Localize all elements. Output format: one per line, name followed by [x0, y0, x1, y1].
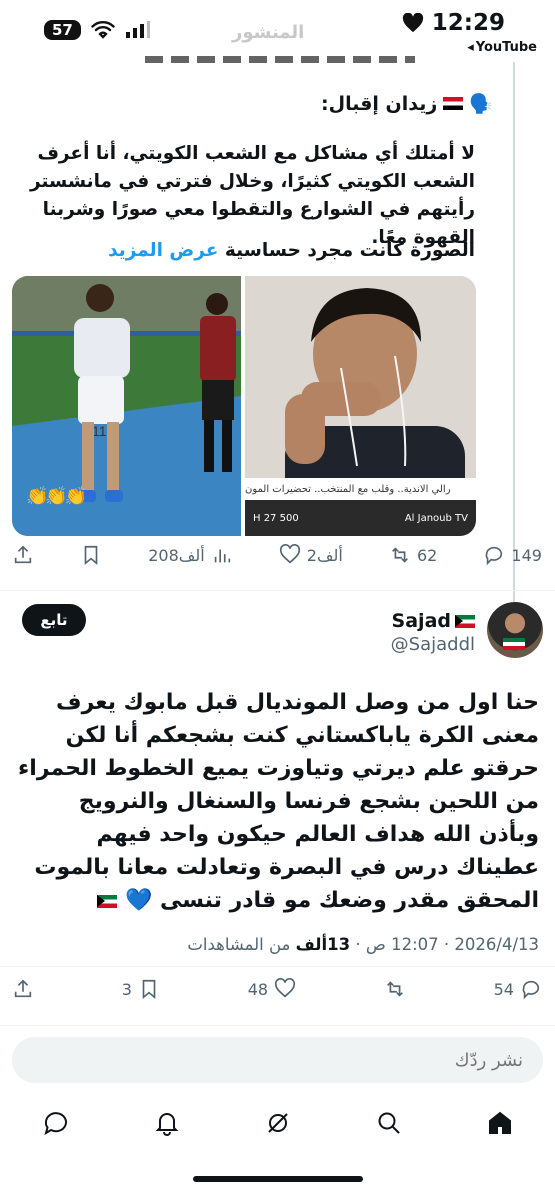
- like-count: 2ألف: [306, 545, 343, 565]
- caption-text: الصورة كانت مجرد حساسية: [224, 240, 475, 261]
- show-more-link[interactable]: عرض المزيد: [108, 240, 218, 261]
- channel-code: H 27 500: [253, 512, 299, 524]
- grok-icon: [267, 1113, 288, 1133]
- avatar[interactable]: [487, 602, 543, 658]
- truncated-text-line: [145, 56, 415, 64]
- heart-icon: [279, 544, 300, 564]
- like-button[interactable]: 48: [248, 978, 296, 1000]
- tab-messages[interactable]: [42, 1109, 70, 1141]
- views-count: 208ألف: [148, 545, 205, 565]
- avatar-flag: [503, 638, 525, 650]
- photo-football-player[interactable]: 11 👏👏👏: [12, 276, 241, 536]
- bottom-tab-bar: [0, 1100, 555, 1150]
- repost-button[interactable]: [384, 978, 406, 1000]
- tab-grok[interactable]: [264, 1109, 292, 1141]
- home-indicator[interactable]: [192, 1176, 363, 1182]
- follow-button[interactable]: تابع: [22, 604, 86, 636]
- time-text: 12:29: [431, 10, 505, 36]
- photo-interview[interactable]: رالي الاندية.. وقلب مع المنتخب.. تحضيرات…: [245, 276, 476, 536]
- post-date: 2026/4/13: [454, 935, 539, 954]
- reply-icon: [522, 980, 540, 1000]
- kuwait-flag-icon: [97, 894, 118, 908]
- repost-count: 62: [416, 545, 438, 565]
- reply-composer[interactable]: [12, 1037, 543, 1083]
- quoted-caption: الصورة كانت مجرد حساسية عرض المزيد: [12, 240, 475, 261]
- flag-icon: [443, 97, 464, 110]
- analytics-icon: [214, 549, 230, 563]
- tab-notifications[interactable]: [153, 1109, 181, 1141]
- bookmark-icon: [142, 979, 156, 1000]
- divider: [0, 590, 555, 591]
- repost-icon: [386, 981, 403, 997]
- post-action-bar: 3 48 54: [12, 978, 542, 1000]
- heart-status-icon: [402, 13, 423, 33]
- repost-icon: [392, 547, 408, 563]
- bookmark-button[interactable]: 3: [122, 978, 160, 1000]
- svg-text:11: 11: [92, 423, 107, 439]
- author-name: Sajad: [391, 610, 451, 632]
- share-icon: [14, 545, 32, 564]
- status-left: 57: [44, 20, 151, 40]
- share-icon: [14, 979, 32, 998]
- media-grid[interactable]: 11 👏👏👏 رالي الاندية.. وقلب مع المنتخب.. …: [12, 276, 476, 536]
- clapping-hands-emoji: 👏👏👏: [26, 486, 87, 507]
- kuwait-flag-icon: [455, 614, 475, 628]
- views-button[interactable]: 208ألف: [148, 544, 232, 566]
- signal-icon: [125, 21, 150, 38]
- channel-bar: H 27 500 Al Janoub TV: [245, 500, 476, 536]
- quoted-author-name: زيدان إقبال:: [321, 92, 438, 115]
- tab-home[interactable]: [486, 1109, 514, 1141]
- post-time: 12:07 ص: [365, 935, 439, 954]
- wifi-icon: [91, 21, 115, 39]
- heart-icon: [275, 978, 296, 998]
- views-count: 13ألف: [295, 935, 351, 954]
- share-button[interactable]: [12, 544, 34, 566]
- divider: [0, 966, 555, 967]
- quoted-author: 🗣️ زيدان إقبال:: [321, 92, 493, 116]
- battery-indicator: 57: [44, 20, 81, 40]
- home-icon: [488, 1111, 511, 1134]
- search-icon: [378, 1112, 400, 1134]
- chat-bubble-icon: [43, 1112, 67, 1136]
- reply-count: 149: [511, 545, 542, 565]
- views-label: من المشاهدات: [187, 935, 291, 954]
- author-handle[interactable]: @Sajaddl: [391, 634, 475, 655]
- quoted-body: لا أمتلك أي مشاكل مع الشعب الكويتي، أنا …: [29, 143, 475, 248]
- like-count: 48: [247, 979, 269, 999]
- reply-input[interactable]: [12, 1037, 543, 1083]
- bookmark-button[interactable]: [80, 544, 102, 566]
- quoted-action-bar: 208ألف 2ألف 62 149: [12, 544, 542, 566]
- bell-icon: [155, 1113, 178, 1136]
- back-app-label: YouTube: [475, 40, 537, 55]
- back-arrow-icon: ◂: [467, 40, 474, 55]
- post-meta: 2026/4/13 · 12:07 ص · 13ألف من المشاهدات: [187, 935, 539, 954]
- divider: [0, 1025, 555, 1026]
- reply-button[interactable]: 54: [494, 978, 542, 1000]
- news-ticker: رالي الاندية.. وقلب مع المنتخب.. تحضيرات…: [245, 478, 476, 500]
- reply-button[interactable]: 149: [483, 544, 542, 566]
- bookmark-count: 3: [121, 979, 132, 999]
- clock: 12:29: [402, 10, 505, 36]
- channel-name: Al Janoub TV: [404, 512, 468, 524]
- speaker-icon: 🗣️: [469, 93, 493, 115]
- reply-icon: [486, 546, 503, 566]
- back-to-app-link[interactable]: ◂ YouTube: [467, 40, 537, 55]
- page-title: المنشور: [232, 22, 305, 43]
- like-button[interactable]: 2ألف: [279, 544, 343, 566]
- reply-count: 54: [493, 979, 514, 999]
- tab-search[interactable]: [375, 1109, 403, 1141]
- thread-connector: [513, 62, 515, 602]
- repost-button[interactable]: 62: [389, 544, 437, 566]
- share-button[interactable]: [12, 978, 34, 1000]
- bookmark-icon: [84, 545, 98, 566]
- author-name-row[interactable]: Sajad: [392, 610, 475, 632]
- post-text: حنا اول من وصل المونديال قبل مابوك يعرف …: [16, 686, 539, 917]
- post-text-content: حنا اول من وصل المونديال قبل مابوك يعرف …: [18, 690, 539, 913]
